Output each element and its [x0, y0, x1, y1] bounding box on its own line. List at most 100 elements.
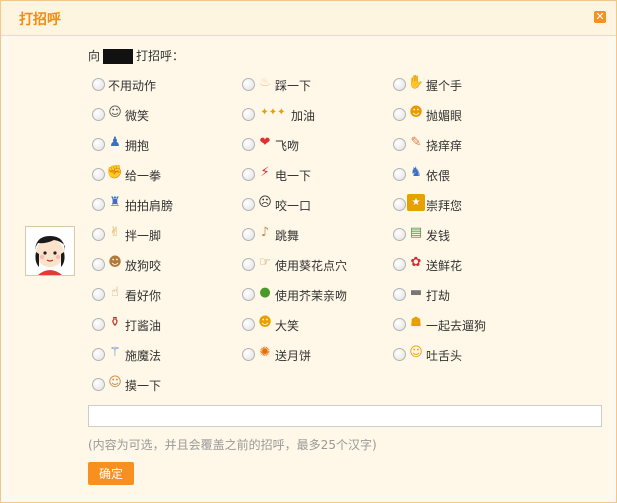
option-label: 电一下	[275, 169, 312, 183]
option-label: 踩一下	[275, 79, 312, 93]
option-label: 挠痒痒	[426, 139, 463, 153]
soy-sauce-icon: ⚱	[109, 315, 121, 330]
smile-icon: ☺	[108, 105, 122, 120]
option-radio[interactable]	[242, 198, 255, 211]
option-label: 摸一下	[125, 379, 162, 393]
magic-wand-icon: ⚚	[109, 345, 121, 360]
point-finger-icon: ☞	[259, 255, 271, 270]
money-icon: ▤	[409, 225, 423, 240]
bite-icon: ☹	[258, 195, 272, 210]
dog-icon: ☻	[108, 255, 122, 270]
option-label: 加油	[291, 109, 316, 123]
option-radio[interactable]	[393, 168, 406, 181]
option-label: 大笑	[275, 319, 300, 333]
option-label: 依偎	[426, 169, 451, 183]
option-radio[interactable]	[242, 288, 255, 301]
option-label: 崇拜您	[426, 199, 463, 213]
option-radio[interactable]	[92, 78, 105, 91]
avatar	[25, 226, 75, 276]
option-label: 打酱油	[125, 319, 162, 333]
confirm-button[interactable]: 确定	[88, 462, 134, 485]
option-radio[interactable]	[393, 78, 406, 91]
option-label: 飞吻	[275, 139, 300, 153]
option-radio[interactable]	[92, 288, 105, 301]
foot-icon: ♨	[259, 75, 271, 90]
option-radio[interactable]	[92, 168, 105, 181]
pat-icon: ♜	[109, 195, 121, 210]
option-radio[interactable]	[242, 318, 255, 331]
dialog-title: 打招呼	[19, 12, 61, 28]
option-label: 跳舞	[275, 229, 300, 243]
greet-panel: 向 打招呼： 不用动作 ♨ 踩一下 ✋ 握个手 ☺ 微笑 ✦✦✦ 加油 ☻ 抛媚眼…	[9, 36, 608, 496]
option-radio[interactable]	[92, 228, 105, 241]
option-radio[interactable]	[92, 318, 105, 331]
option-radio[interactable]	[393, 108, 406, 121]
tickle-icon: ✎	[410, 135, 422, 150]
option-radio[interactable]	[242, 168, 255, 181]
option-label: 吐舌头	[426, 349, 463, 363]
option-label: 看好你	[125, 289, 162, 303]
option-label: 打劫	[426, 289, 451, 303]
option-label: 拌一脚	[125, 229, 162, 243]
option-radio[interactable]	[393, 228, 406, 241]
option-radio[interactable]	[393, 348, 406, 361]
flower-icon: ✿	[410, 255, 422, 270]
cuddle-icon: ♞	[410, 165, 422, 180]
option-label: 拍拍肩膀	[125, 199, 174, 213]
close-icon[interactable]: ✕	[594, 11, 606, 23]
option-radio[interactable]	[92, 138, 105, 151]
option-label: 不用动作	[108, 79, 157, 93]
greeting-suffix: 打招呼：	[136, 49, 185, 63]
title-bar: 打招呼 ✕	[1, 1, 616, 36]
worship-icon: ★	[407, 194, 425, 211]
option-radio[interactable]	[393, 318, 406, 331]
option-label: 送月饼	[275, 349, 312, 363]
option-radio[interactable]	[242, 258, 255, 271]
option-radio[interactable]	[393, 198, 406, 211]
option-label: 一起去遛狗	[426, 319, 487, 333]
option-radio[interactable]	[92, 258, 105, 271]
kiss-icon: ❤	[259, 135, 271, 150]
option-radio[interactable]	[242, 108, 255, 121]
option-label: 放狗咬	[125, 259, 162, 273]
dance-icon: ♪	[260, 225, 270, 240]
option-radio[interactable]	[242, 138, 255, 151]
option-label: 咬一口	[275, 199, 312, 213]
option-radio[interactable]	[92, 198, 105, 211]
laugh-icon: ☻	[258, 315, 272, 330]
option-radio[interactable]	[242, 348, 255, 361]
option-label: 微笑	[125, 109, 150, 123]
option-label: 使用芥茉亲吻	[275, 289, 348, 303]
option-label: 使用葵花点穴	[275, 259, 348, 273]
option-label: 抛媚眼	[426, 109, 463, 123]
option-label: 发钱	[426, 229, 451, 243]
cheer-icon: ✦✦✦	[260, 107, 286, 118]
walk-dog-icon: ☗	[410, 315, 422, 330]
gun-icon: ▬	[409, 285, 423, 300]
option-radio[interactable]	[92, 378, 105, 391]
option-label: 施魔法	[125, 349, 162, 363]
option-radio[interactable]	[393, 258, 406, 271]
greeting-message-input[interactable]	[88, 405, 602, 427]
greeting-line: 向 打招呼：	[88, 47, 184, 64]
option-radio[interactable]	[242, 78, 255, 91]
greeting-prefix: 向	[88, 49, 101, 63]
option-radio[interactable]	[242, 228, 255, 241]
option-label: 送鲜花	[426, 259, 463, 273]
trip-icon: ✌	[109, 225, 121, 240]
option-label: 给一拳	[125, 169, 162, 183]
option-radio[interactable]	[393, 138, 406, 151]
recipient-name-redacted	[103, 49, 134, 64]
option-radio[interactable]	[92, 108, 105, 121]
wink-icon: ☻	[409, 105, 423, 120]
option-label: 拥抱	[125, 139, 150, 153]
option-label: 握个手	[426, 79, 463, 93]
tongue-icon: ☺	[409, 345, 423, 360]
option-radio[interactable]	[393, 288, 406, 301]
wasabi-kiss-icon: ●	[259, 285, 271, 300]
message-hint: (内容为可选，并且会覆盖之前的招呼，最多25个汉字)	[88, 438, 377, 452]
hug-icon: ♟	[109, 135, 121, 150]
lightning-icon: ⚡	[260, 165, 270, 180]
handshake-icon: ✋	[407, 75, 425, 90]
option-radio[interactable]	[92, 348, 105, 361]
